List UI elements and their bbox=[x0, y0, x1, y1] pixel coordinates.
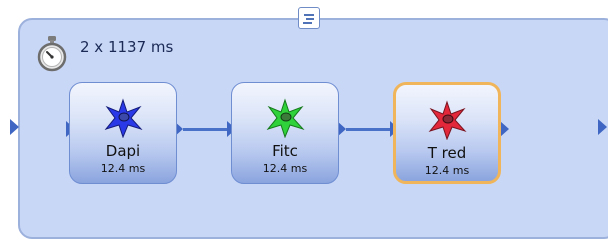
channel-name: Fitc bbox=[272, 142, 298, 160]
channel-name: T red bbox=[427, 144, 467, 162]
connector-dapi-fitc bbox=[183, 128, 227, 131]
dapi-cell-icon bbox=[104, 98, 143, 138]
loop-output-port[interactable] bbox=[598, 119, 607, 135]
fitc-cell-icon bbox=[266, 98, 305, 138]
channel-name: Dapi bbox=[105, 142, 141, 160]
channel-exposure: 12.4 ms bbox=[424, 164, 470, 177]
channel-fitc[interactable]: Fitc 12.4 ms bbox=[231, 82, 339, 184]
tred-cell-icon bbox=[428, 100, 467, 140]
tred-output-port[interactable] bbox=[500, 121, 509, 137]
channel-exposure: 12.4 ms bbox=[262, 162, 308, 175]
loop-input-port[interactable] bbox=[10, 119, 19, 135]
channel-tred[interactable]: T red 12.4 ms bbox=[393, 82, 501, 184]
connector-fitc-tred bbox=[346, 128, 390, 131]
workflow-canvas: 2 x 1137 ms Dapi 12.4 ms Fitc 12.4 ms T … bbox=[0, 0, 608, 242]
collapse-icon[interactable] bbox=[298, 7, 320, 29]
stopwatch-icon bbox=[37, 36, 67, 72]
channel-dapi[interactable]: Dapi 12.4 ms bbox=[69, 82, 177, 184]
loop-timing-label: 2 x 1137 ms bbox=[80, 38, 174, 56]
channel-exposure: 12.4 ms bbox=[100, 162, 146, 175]
